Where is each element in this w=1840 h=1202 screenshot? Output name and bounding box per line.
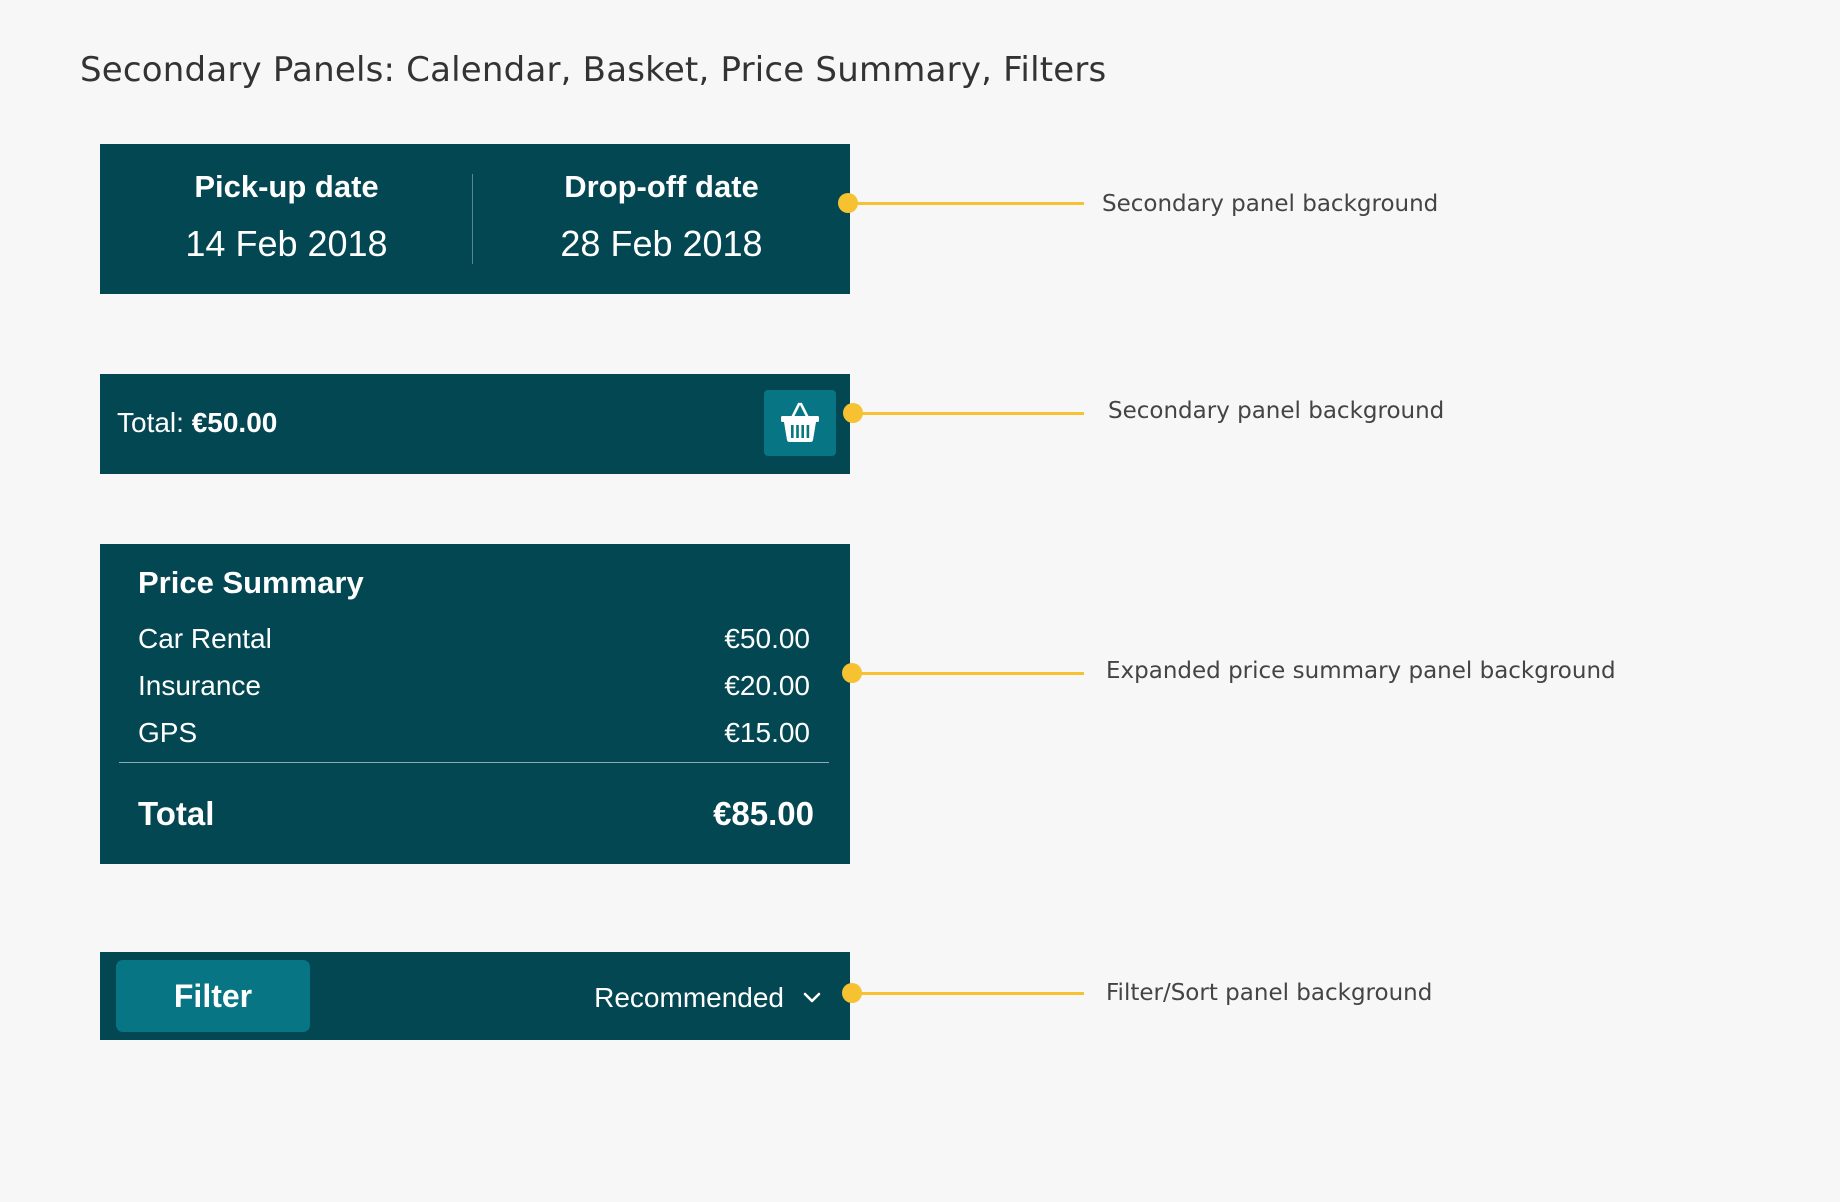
page-title: Secondary Panels: Calendar, Basket, Pric… <box>80 50 1107 90</box>
price-item-value: €50.00 <box>724 623 810 654</box>
calendar-panel: Pick-up date 14 Feb 2018 Drop-off date 2… <box>100 144 850 294</box>
dropoff-date-value: 28 Feb 2018 <box>560 223 763 264</box>
filter-sort-panel: Filter Recommended <box>100 952 850 1040</box>
annotation-connector-line <box>853 412 1084 415</box>
basket-total-amount: €50.00 <box>191 407 278 438</box>
price-summary-total: Total €85.00 <box>138 794 814 834</box>
filter-button[interactable]: Filter <box>116 960 310 1032</box>
annotation-connector-line <box>848 202 1084 205</box>
price-summary-divider <box>119 762 829 763</box>
basket-total-label: Total: <box>117 407 192 438</box>
annotation-label: Secondary panel background <box>1108 398 1445 424</box>
annotation-marker-dot <box>838 193 858 213</box>
dropoff-date-label: Drop-off date <box>564 169 759 204</box>
pickup-date-value: 14 Feb 2018 <box>185 223 388 264</box>
price-row-gps: GPS €15.00 <box>138 716 810 750</box>
annotation-label: Secondary panel background <box>1102 191 1439 217</box>
sort-dropdown[interactable]: Recommended <box>594 978 822 1018</box>
chevron-down-icon <box>803 992 821 1003</box>
price-summary-panel: Price Summary Car Rental €50.00 Insuranc… <box>100 544 850 864</box>
price-item-label: Insurance <box>138 670 261 701</box>
price-total-value: €85.00 <box>713 795 814 832</box>
price-row-car-rental: Car Rental €50.00 <box>138 622 810 656</box>
annotation-marker-dot <box>843 403 863 423</box>
pickup-date-selector[interactable]: Pick-up date 14 Feb 2018 <box>100 144 473 294</box>
annotation-connector-line <box>852 992 1084 995</box>
annotation-connector-line <box>852 672 1084 675</box>
price-item-value: €15.00 <box>724 717 810 748</box>
annotation-marker-dot <box>842 663 862 683</box>
price-row-insurance: Insurance €20.00 <box>138 669 810 703</box>
annotation-label: Filter/Sort panel background <box>1106 980 1433 1006</box>
price-total-label: Total <box>138 795 215 832</box>
annotation-label: Expanded price summary panel background <box>1106 658 1616 684</box>
basket-icon <box>781 402 819 442</box>
basket-button[interactable] <box>764 390 836 456</box>
price-item-value: €20.00 <box>724 670 810 701</box>
pickup-date-label: Pick-up date <box>194 169 379 204</box>
annotation-marker-dot <box>842 983 862 1003</box>
basket-panel: Total: €50.00 <box>100 374 850 474</box>
sort-dropdown-value: Recommended <box>594 982 784 1013</box>
basket-total: Total: €50.00 <box>117 409 277 437</box>
price-summary-title: Price Summary <box>138 565 364 600</box>
price-item-label: Car Rental <box>138 623 272 654</box>
dropoff-date-selector[interactable]: Drop-off date 28 Feb 2018 <box>473 144 850 294</box>
price-item-label: GPS <box>138 717 198 748</box>
